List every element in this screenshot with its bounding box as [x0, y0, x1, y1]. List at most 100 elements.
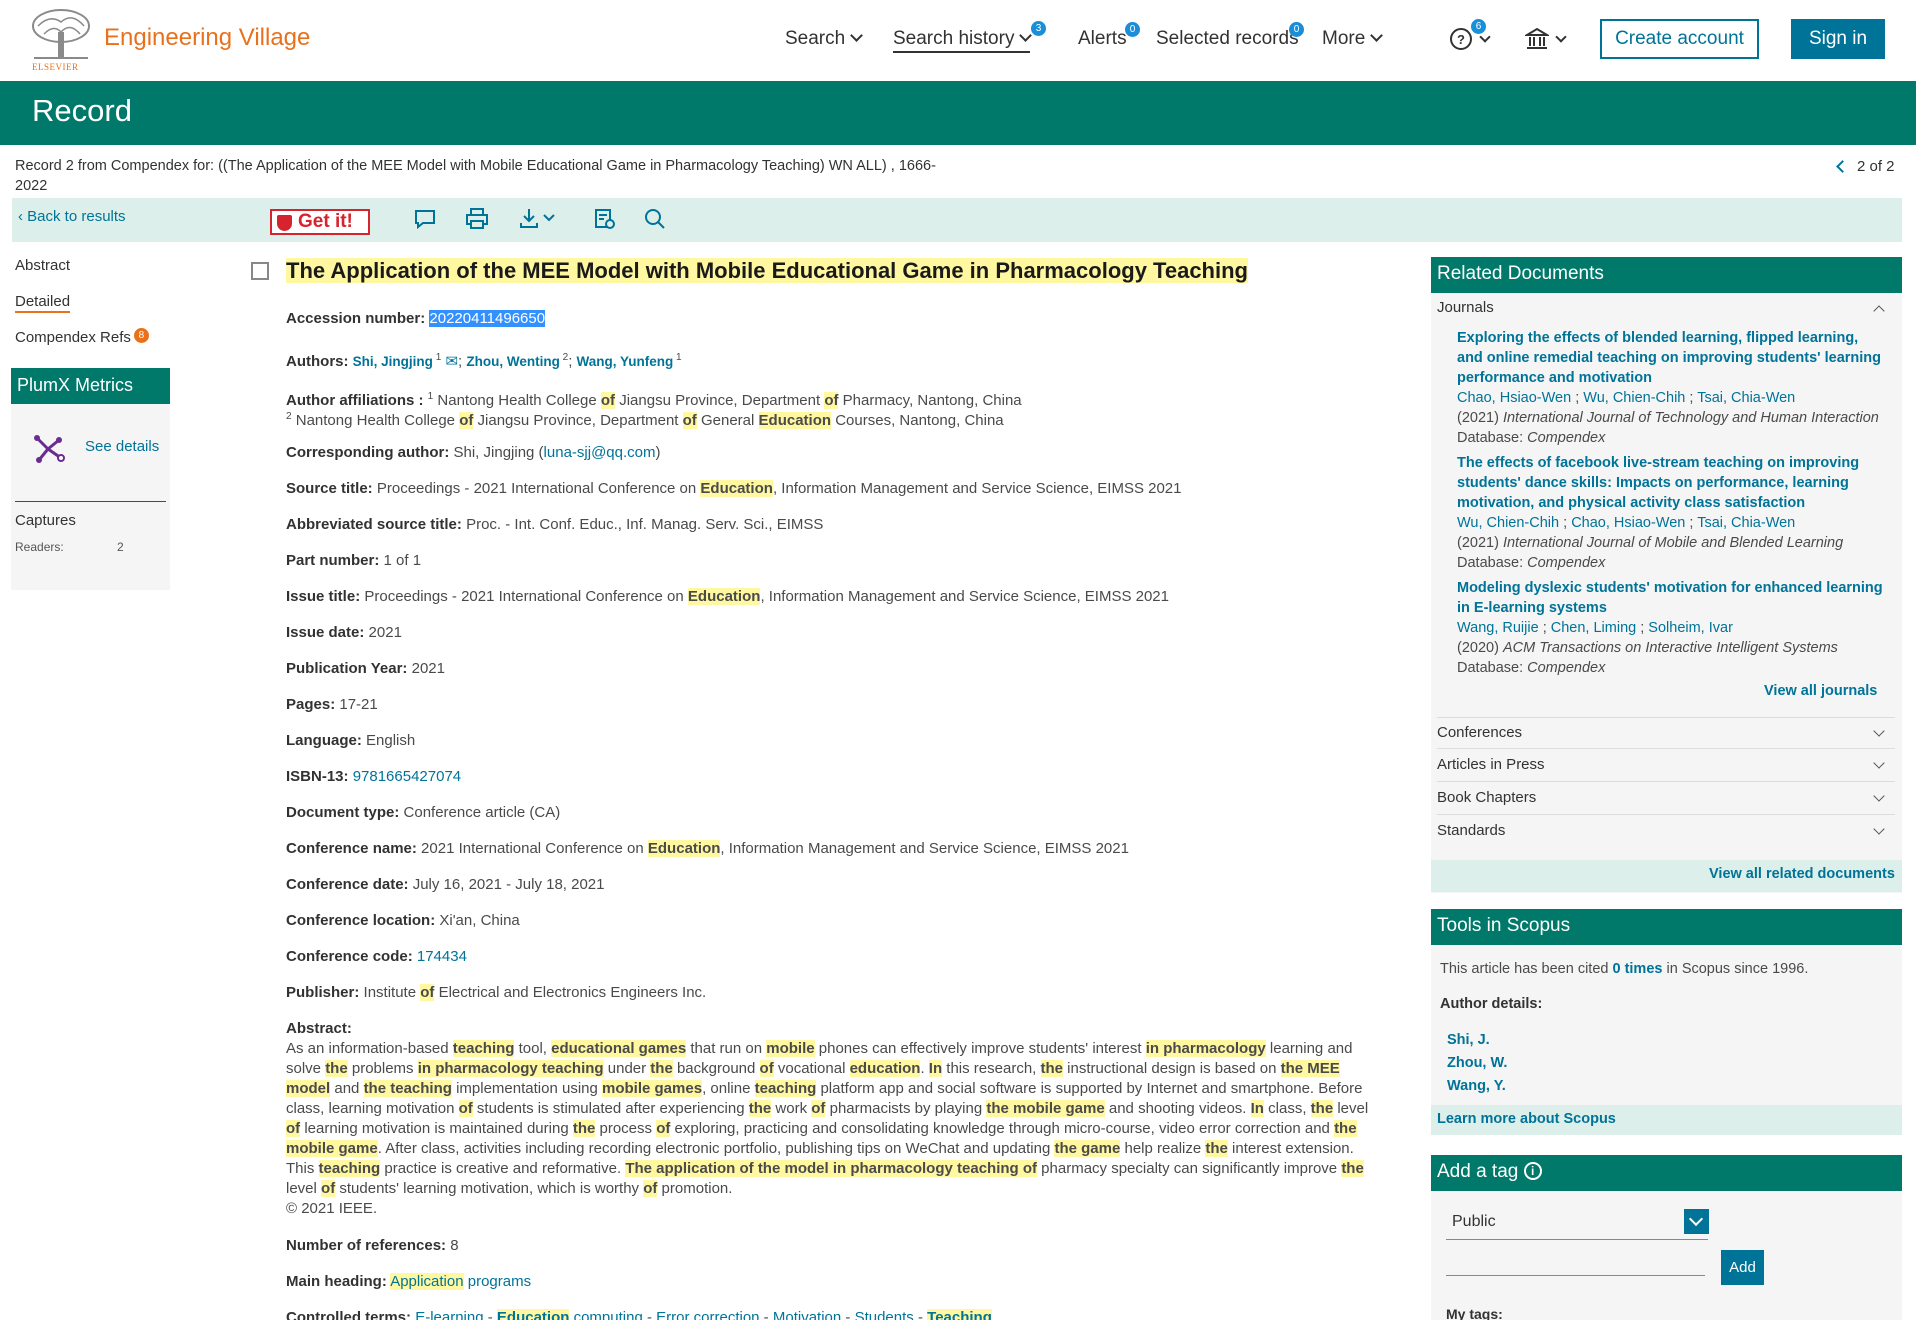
- brand-name[interactable]: Engineering Village: [104, 24, 310, 52]
- author-link[interactable]: Zhou, Wenting: [466, 354, 559, 369]
- record-toolbar: ‹ Back to results Get it!: [12, 198, 1902, 242]
- related-conferences-toggle[interactable]: Conferences: [1437, 717, 1895, 749]
- field-language: Language: English: [286, 732, 416, 749]
- field-part: Part number: 1 of 1: [286, 552, 422, 569]
- search-history-badge: 3: [1031, 21, 1046, 36]
- field-main-heading: Main heading: Application programs: [286, 1273, 532, 1290]
- shield-icon: [277, 215, 292, 231]
- chevron-down-icon: [1555, 31, 1568, 43]
- related-documents-title: Related Documents: [1431, 257, 1902, 293]
- help-badge: 6: [1471, 19, 1486, 34]
- author-link[interactable]: Shi, Jingjing: [353, 354, 433, 369]
- email-link[interactable]: luna-sjj@qq.com: [544, 444, 656, 461]
- download-icon[interactable]: [518, 206, 558, 232]
- field-corresponding: Corresponding author: Shi, Jingjing (lun…: [286, 444, 661, 461]
- nav-alerts[interactable]: Alerts: [1078, 28, 1127, 50]
- selected-records-badge: 0: [1289, 22, 1304, 37]
- field-num-refs: Number of references: 8: [286, 1237, 459, 1254]
- export-citation-icon[interactable]: [592, 206, 618, 232]
- institution-menu[interactable]: [1523, 27, 1568, 56]
- institution-icon: [1523, 27, 1551, 49]
- field-source: Source title: Proceedings - 2021 Interna…: [286, 480, 1182, 497]
- view-all-related-link[interactable]: View all related documents: [1709, 866, 1895, 882]
- field-abstract-label: Abstract:: [286, 1020, 352, 1037]
- conf-code-link[interactable]: 174434: [417, 948, 467, 965]
- tag-input[interactable]: [1446, 1252, 1705, 1276]
- chevron-left-icon[interactable]: [1836, 160, 1849, 173]
- tag-visibility-select[interactable]: Public: [1446, 1208, 1708, 1240]
- scopus-author-link[interactable]: Shi, J.: [1447, 1032, 1490, 1048]
- related-doc-title-link[interactable]: The effects of facebook live-stream teac…: [1457, 453, 1887, 513]
- create-account-button[interactable]: Create account: [1600, 19, 1759, 59]
- scopus-author-link[interactable]: Wang, Y.: [1447, 1078, 1506, 1094]
- search-icon[interactable]: [642, 206, 668, 232]
- scopus-author-link[interactable]: Zhou, W.: [1447, 1055, 1507, 1071]
- cited-times-link[interactable]: 0 times: [1612, 961, 1662, 977]
- nav-search-history[interactable]: Search history: [893, 28, 1033, 53]
- info-icon[interactable]: i: [1523, 1162, 1542, 1180]
- my-tags-label: My tags:: [1446, 1306, 1503, 1320]
- field-pages: Pages: 17-21: [286, 696, 378, 713]
- page-title: Record: [32, 93, 132, 128]
- chevron-down-icon: [1873, 790, 1885, 802]
- chevron-down-icon: [1019, 29, 1033, 42]
- top-header: ELSEVIER Engineering Village Search Sear…: [0, 0, 1916, 81]
- nav-compendex-refs[interactable]: Compendex Refs 8: [15, 328, 149, 347]
- field-controlled-terms: Controlled terms: E-learning - Education…: [286, 1308, 992, 1320]
- elsevier-wordmark: ELSEVIER: [32, 62, 79, 72]
- article-title: The Application of the MEE Model with Mo…: [286, 258, 1248, 283]
- elsevier-tree-logo-icon[interactable]: [30, 8, 92, 60]
- record-bar: Record: [0, 81, 1916, 145]
- scopus-title: Tools in Scopus: [1431, 909, 1902, 945]
- field-conf-location: Conference location: Xi'an, China: [286, 912, 520, 929]
- related-journals-toggle[interactable]: Journals: [1437, 293, 1895, 325]
- chevron-down-icon: [1873, 725, 1885, 737]
- add-tag-title: Add a tag i: [1431, 1155, 1902, 1191]
- comment-icon[interactable]: [412, 206, 438, 232]
- plumx-see-details-link[interactable]: See details: [85, 438, 159, 455]
- get-it-button[interactable]: Get it!: [270, 209, 370, 235]
- print-icon[interactable]: [464, 206, 490, 232]
- nav-abstract[interactable]: Abstract: [15, 257, 70, 274]
- select-record-checkbox[interactable]: [251, 262, 269, 280]
- chevron-down-icon: [1370, 29, 1384, 42]
- related-doc: Exploring the effects of blended learnin…: [1457, 328, 1887, 448]
- main-heading-link[interactable]: Application: [390, 1273, 464, 1290]
- back-to-results-link[interactable]: ‹ Back to results: [18, 208, 126, 225]
- plumx-panel: PlumX Metrics See details Captures Reade…: [11, 368, 170, 590]
- select-chevron-down-icon[interactable]: [1684, 1209, 1709, 1234]
- related-doc-title-link[interactable]: Exploring the effects of blended learnin…: [1457, 328, 1887, 388]
- field-accession: Accession number: 20220411496650: [286, 310, 546, 327]
- field-abbr-source: Abbreviated source title: Proc. - Int. C…: [286, 516, 824, 533]
- isbn-link[interactable]: 9781665427074: [353, 768, 461, 785]
- divider: [15, 501, 166, 502]
- learn-more-scopus-link[interactable]: Learn more about Scopus: [1437, 1111, 1616, 1127]
- record-query-info: Record 2 from Compendex for: ((The Appli…: [15, 158, 936, 194]
- field-conf-code: Conference code: 174434: [286, 948, 467, 965]
- email-icon[interactable]: ✉: [445, 353, 458, 370]
- add-tag-button[interactable]: Add: [1721, 1250, 1764, 1285]
- field-pub-year: Publication Year: 2021: [286, 660, 445, 677]
- field-isbn: ISBN-13: 9781665427074: [286, 768, 462, 785]
- author-link[interactable]: Wang, Yunfeng: [577, 354, 674, 369]
- alerts-badge: 0: [1125, 22, 1140, 37]
- related-doc-title-link[interactable]: Modeling dyslexic students' motivation f…: [1457, 578, 1887, 618]
- field-publisher: Publisher: Institute of Electrical and E…: [286, 984, 707, 1001]
- related-articles-press-toggle[interactable]: Articles in Press: [1437, 750, 1895, 782]
- field-conf-date: Conference date: July 16, 2021 - July 18…: [286, 876, 605, 893]
- field-conf-name: Conference name: 2021 International Conf…: [286, 840, 1129, 857]
- nav-more[interactable]: More: [1322, 28, 1384, 50]
- related-doc: Modeling dyslexic students' motivation f…: [1457, 578, 1887, 678]
- record-pager[interactable]: 2 of 2: [1836, 158, 1895, 175]
- related-standards-toggle[interactable]: Standards: [1437, 816, 1895, 848]
- plumx-icon: [34, 435, 65, 463]
- accession-number[interactable]: 20220411496650: [429, 310, 546, 327]
- nav-detailed[interactable]: Detailed: [15, 293, 71, 313]
- related-book-chapters-toggle[interactable]: Book Chapters: [1437, 783, 1895, 815]
- chevron-down-icon: [850, 29, 864, 42]
- view-all-journals-link[interactable]: View all journals: [1764, 683, 1877, 699]
- field-affiliations-2: 2 Nantong Health College of Jiangsu Prov…: [286, 411, 1004, 429]
- sign-in-button[interactable]: Sign in: [1791, 19, 1885, 59]
- nav-search[interactable]: Search: [785, 28, 864, 50]
- nav-selected-records[interactable]: Selected records: [1156, 28, 1299, 50]
